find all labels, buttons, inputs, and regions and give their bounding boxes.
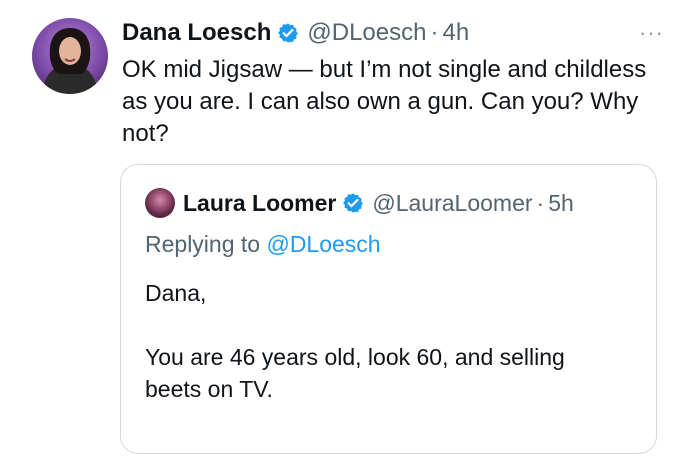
replying-prefix: Replying to bbox=[145, 231, 261, 257]
verified-badge-icon bbox=[277, 22, 299, 44]
quoted-tweet-text: Dana, You are 46 years old, look 60, and… bbox=[145, 277, 625, 437]
quoted-author-handle[interactable]: @LauraLoomer bbox=[372, 190, 532, 217]
quoted-tweet-header: Laura Loomer @LauraLoomer · 5h bbox=[145, 187, 574, 219]
verified-badge-icon bbox=[342, 192, 364, 214]
tweet: Dana Loesch @DLoesch · 4h ··· OK mid Jig… bbox=[0, 0, 690, 462]
separator-dot: · bbox=[430, 19, 439, 46]
tweet-text: OK mid Jigsaw — but I’m not single and c… bbox=[122, 56, 647, 147]
avatar[interactable] bbox=[32, 18, 108, 94]
replying-to: Replying to @DLoesch bbox=[145, 231, 381, 258]
replying-mention-link[interactable]: @DLoesch bbox=[266, 231, 380, 257]
quoted-paragraph: Dana, bbox=[145, 280, 207, 306]
separator-dot: · bbox=[536, 189, 545, 216]
timestamp[interactable]: 4h bbox=[442, 19, 469, 47]
more-icon[interactable]: ··· bbox=[639, 20, 664, 46]
author-name[interactable]: Dana Loesch bbox=[122, 19, 271, 47]
quoted-avatar[interactable] bbox=[145, 188, 175, 218]
quoted-timestamp[interactable]: 5h bbox=[548, 190, 574, 217]
tweet-header: Dana Loesch @DLoesch · 4h bbox=[122, 16, 469, 50]
author-handle[interactable]: @DLoesch bbox=[307, 19, 426, 47]
quoted-tweet[interactable]: Laura Loomer @LauraLoomer · 5h Replying … bbox=[120, 164, 657, 454]
quoted-paragraph: You are 46 years old, look 60, and selli… bbox=[145, 344, 565, 402]
quoted-author-name[interactable]: Laura Loomer bbox=[183, 190, 336, 217]
